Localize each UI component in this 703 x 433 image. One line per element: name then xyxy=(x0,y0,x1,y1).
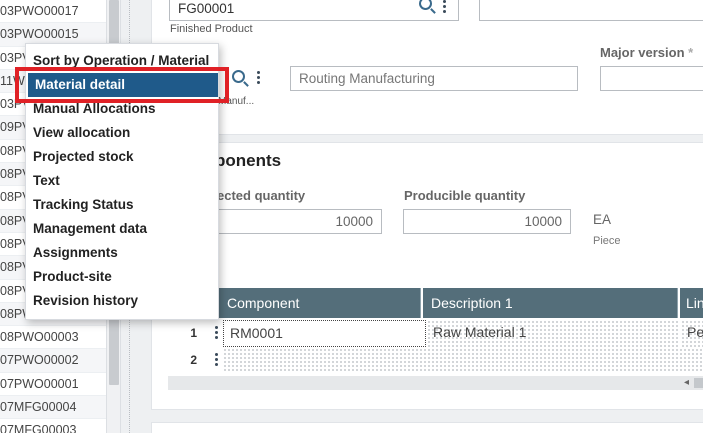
list-item[interactable]: 07PWO00001 xyxy=(0,373,106,397)
row-actions-icon[interactable] xyxy=(215,353,219,367)
required-star: * xyxy=(688,45,694,60)
menu-item-management-data[interactable]: Management data xyxy=(26,217,218,241)
list-item[interactable]: 03PWO00017 xyxy=(0,0,106,24)
list-item[interactable]: 07MFG00003 xyxy=(0,419,106,433)
menu-item-text[interactable]: Text xyxy=(26,169,218,193)
list-item[interactable]: 07MFG00004 xyxy=(0,396,106,420)
annotation-highlight-box xyxy=(15,67,229,103)
routing-description-field: Routing Manufacturing xyxy=(290,66,578,91)
section-title: ponents xyxy=(215,151,282,170)
grid-empty-row[interactable] xyxy=(223,348,703,373)
header-card: FG00001 Finished Product Manuf... Routin… xyxy=(151,0,703,135)
product-field[interactable]: FG00001 xyxy=(169,0,459,21)
major-version-field[interactable] xyxy=(600,66,703,91)
menu-item-tracking-status[interactable]: Tracking Status xyxy=(26,193,218,217)
unit-description: Piece xyxy=(593,235,621,247)
routing-description: Routing Manufacturing xyxy=(299,71,435,86)
main-panel: FG00001 Finished Product Manuf... Routin… xyxy=(151,0,703,433)
more-options-icon[interactable] xyxy=(443,0,447,14)
menu-item-view-allocation[interactable]: View allocation xyxy=(26,121,218,145)
expected-quantity-value: 10000 xyxy=(335,214,373,229)
menu-item-assignments[interactable]: Assignments xyxy=(26,241,218,265)
major-version-text: Major version xyxy=(600,45,685,60)
scrollbar-thumb[interactable] xyxy=(694,378,703,388)
scroll-left-icon[interactable]: ◂ xyxy=(684,377,689,388)
grid-cell-component[interactable]: RM0001 xyxy=(223,320,426,347)
row-actions-icon[interactable] xyxy=(215,326,219,340)
list-item[interactable]: 07PWO00002 xyxy=(0,349,106,373)
menu-item-product-site[interactable]: Product-site xyxy=(26,265,218,289)
expected-quantity-label: ected quantity xyxy=(217,188,306,203)
producible-quantity-label: Producible quantity xyxy=(404,188,526,203)
producible-quantity-value: 10000 xyxy=(524,214,562,229)
grid-cell-line[interactable]: Pe xyxy=(681,320,703,347)
menu-item-revision-history[interactable]: Revision history xyxy=(26,289,218,313)
list-item[interactable]: 08PWO00003 xyxy=(0,326,106,350)
product-value: FG00001 xyxy=(178,1,235,16)
major-version-label: Major version * xyxy=(600,45,693,60)
more-options-icon[interactable] xyxy=(257,71,261,85)
column-header-line[interactable]: Lin xyxy=(680,288,703,318)
row-number: 1 xyxy=(190,326,197,340)
column-header-component[interactable]: Component xyxy=(219,288,421,318)
search-icon[interactable] xyxy=(419,0,432,10)
column-header-description[interactable]: Description 1 xyxy=(423,288,678,318)
producible-quantity-field: 10000 xyxy=(403,209,571,234)
secondary-field[interactable] xyxy=(479,0,703,21)
grid-horizontal-scrollbar[interactable]: ◂ xyxy=(168,376,703,390)
next-card xyxy=(151,422,703,433)
menu-item-projected-stock[interactable]: Projected stock xyxy=(26,145,218,169)
product-label: Finished Product xyxy=(170,23,253,35)
search-icon[interactable] xyxy=(232,70,245,83)
expected-quantity-field: 10000 xyxy=(212,209,382,234)
grid-cell-description[interactable]: Raw Material 1 xyxy=(427,320,679,347)
row-number: 2 xyxy=(190,353,197,367)
unit-code: EA xyxy=(593,212,612,227)
